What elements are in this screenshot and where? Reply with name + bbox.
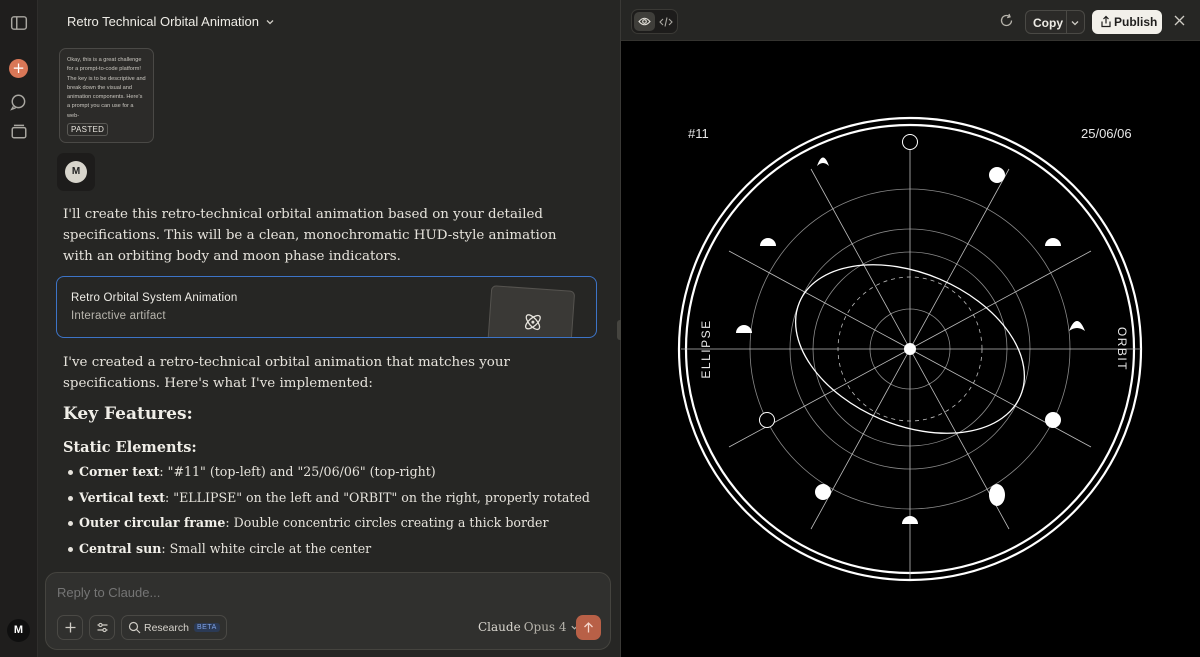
publish-label: Publish — [1114, 15, 1158, 29]
feature-desc: : "#11" (top-left) and "25/06/06" (top-r… — [159, 464, 436, 479]
feature-term: Central sun — [79, 540, 162, 556]
pasted-tag: PASTED — [67, 123, 109, 136]
vertical-text-right: ORBIT — [1115, 327, 1129, 371]
feature-desc: : Double concentric circles creating a t… — [225, 515, 549, 531]
beta-badge: BETA — [194, 623, 220, 632]
arrow-up-icon — [584, 622, 593, 633]
assistant-intro: I'll create this retro-technical orbital… — [63, 207, 557, 264]
code-icon[interactable] — [659, 16, 673, 28]
feature-term: Outer circular frame — [79, 515, 226, 531]
left-rail: + M — [0, 0, 38, 657]
tools-button[interactable] — [89, 615, 115, 640]
close-icon[interactable] — [1173, 14, 1186, 27]
section-heading: Key Features: — [63, 404, 193, 424]
new-chat-button[interactable]: + — [9, 59, 28, 78]
pasted-preview-text: Okay, this is a great challenge for a pr… — [67, 57, 146, 119]
vertical-text-left: ELLIPSE — [699, 319, 713, 378]
model-version: Opus 4 — [523, 620, 567, 634]
chat-title-menu[interactable]: Retro Technical Orbital Animation — [67, 14, 275, 29]
chevron-down-icon[interactable] — [1070, 18, 1080, 28]
top-marker — [902, 134, 918, 150]
artifact-preview-panel: Copy Publish #11 25/06/06 ELLIPSE ORBIT — [621, 0, 1200, 657]
moon-phase — [1069, 321, 1085, 331]
attach-button[interactable] — [57, 615, 83, 640]
view-toggle — [631, 9, 678, 34]
research-button[interactable]: Research BETA — [121, 615, 227, 640]
user-initial: M — [65, 161, 87, 183]
feature-term: Vertical text — [79, 489, 166, 505]
moon-phase — [989, 484, 1005, 506]
feature-desc: : "ELLIPSE" on the left and "ORBIT" on t… — [165, 489, 590, 505]
research-label: Research — [144, 622, 189, 634]
orbital-animation: ELLIPSE ORBIT — [677, 116, 1143, 582]
copy-divider — [1066, 11, 1067, 33]
chat-panel: Retro Technical Orbital Animation Okay, … — [38, 0, 620, 657]
feature-term: Corner text — [79, 464, 160, 479]
projects-icon[interactable] — [10, 122, 28, 140]
plus-icon — [65, 622, 76, 633]
moon-phase — [1045, 238, 1061, 246]
moon-phase — [736, 325, 752, 333]
account-avatar[interactable]: M — [7, 619, 30, 642]
atom-icon — [524, 314, 541, 331]
reply-input[interactable] — [57, 585, 457, 600]
assistant-followup: I've created a retro-technical orbital a… — [63, 355, 510, 391]
copy-label: Copy — [1033, 16, 1063, 30]
moon-phase — [902, 516, 918, 524]
send-button[interactable] — [576, 615, 601, 640]
list-item: Central sun: Small white circle at the c… — [68, 539, 599, 565]
moon-phase — [989, 167, 1005, 183]
artifact-name: Retro Orbital System Animation — [71, 292, 238, 304]
list-item: Corner text: "#11" (top-left) and "25/06… — [68, 462, 599, 488]
composer: Research BETA Claude Opus 4 — [45, 572, 611, 650]
search-icon — [128, 621, 141, 634]
moon-phase — [817, 157, 829, 166]
list-item: Vertical text: "ELLIPSE" on the left and… — [68, 488, 599, 514]
pasted-attachment[interactable]: Okay, this is a great challenge for a pr… — [59, 48, 154, 143]
central-sun — [904, 343, 916, 355]
eye-icon — [638, 17, 651, 26]
moon-phase — [1045, 412, 1061, 428]
sliders-icon — [97, 622, 108, 633]
chat-title: Retro Technical Orbital Animation — [67, 14, 259, 29]
feature-list: Corner text: "#11" (top-left) and "25/06… — [68, 462, 599, 565]
artifact-subtitle: Interactive artifact — [71, 310, 166, 322]
share-icon — [1101, 15, 1111, 28]
feature-desc: : Small white circle at the center — [161, 540, 372, 556]
artifact-card[interactable]: Retro Orbital System Animation Interacti… — [56, 276, 597, 338]
list-item: Outer circular frame: Double concentric … — [68, 513, 599, 539]
moon-phase — [815, 484, 831, 500]
refresh-icon[interactable] — [999, 13, 1014, 28]
model-selector[interactable]: Claude Opus 4 — [478, 620, 579, 634]
section-subheading: Static Elements: — [63, 439, 197, 456]
chats-icon[interactable] — [10, 93, 28, 111]
preview-toolbar: Copy Publish — [621, 0, 1200, 41]
sidebar-toggle-icon[interactable] — [10, 14, 28, 32]
chevron-down-icon — [266, 19, 274, 24]
preview-tab[interactable] — [634, 12, 655, 31]
copy-button[interactable]: Copy — [1025, 10, 1085, 34]
model-name: Claude — [478, 620, 521, 634]
artifact-thumbnail — [486, 285, 576, 337]
message-avatar: M — [57, 153, 95, 191]
moon-phase — [759, 412, 775, 428]
publish-button[interactable]: Publish — [1092, 10, 1162, 34]
moon-phase — [760, 238, 776, 246]
